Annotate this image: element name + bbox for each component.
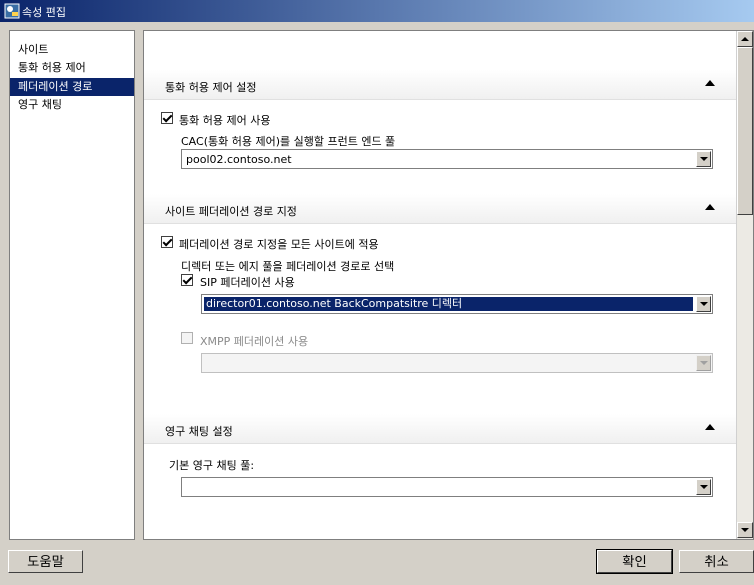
sidebar-item-site[interactable]: 사이트 — [10, 41, 134, 59]
scroll-thumb[interactable] — [737, 47, 753, 215]
federation-select-label: 디렉터 또는 에지 풀을 페더레이션 경로로 선택 — [181, 260, 395, 273]
cac-section-header[interactable]: 통화 허용 제어 설정 — [144, 70, 737, 100]
scroll-up-icon[interactable] — [737, 31, 753, 47]
dropdown-arrow-icon[interactable] — [696, 479, 711, 495]
collapse-chevron-icon[interactable] — [705, 80, 715, 86]
help-button[interactable]: 도움말 — [8, 550, 83, 573]
properties-icon — [4, 3, 20, 19]
dropdown-arrow-icon[interactable] — [696, 151, 711, 167]
federation-section-header[interactable]: 사이트 페더레이션 경로 지정 — [144, 194, 737, 224]
federation-section-title: 사이트 페더레이션 경로 지정 — [165, 205, 297, 218]
cancel-button[interactable]: 취소 — [679, 550, 754, 573]
chat-section-header[interactable]: 영구 채팅 설정 — [144, 414, 737, 444]
cac-pool-dropdown[interactable]: pool02.contoso.net — [181, 149, 713, 169]
xmpp-federation-label: XMPP 페더레이션 사용 — [200, 335, 309, 348]
chat-pool-label: 기본 영구 채팅 풀: — [169, 459, 255, 472]
dropdown-arrow-icon[interactable] — [696, 355, 711, 371]
cac-section-title: 통화 허용 제어 설정 — [165, 81, 257, 94]
cac-enable-checkbox[interactable] — [161, 112, 173, 124]
window-title: 속성 편집 — [22, 6, 66, 19]
federation-apply-all-checkbox[interactable] — [161, 236, 173, 248]
sidebar-item-federation-route[interactable]: 페더레이션 경로 — [10, 78, 134, 96]
federation-apply-all-label: 페더레이션 경로 지정을 모든 사이트에 적용 — [179, 238, 379, 251]
collapse-chevron-icon[interactable] — [705, 204, 715, 210]
xmpp-federation-dropdown[interactable] — [201, 353, 713, 373]
chat-pool-dropdown[interactable] — [181, 477, 713, 497]
sidebar-item-persistent-chat[interactable]: 영구 채팅 — [10, 96, 134, 114]
sip-federation-checkbox[interactable] — [181, 274, 193, 286]
vertical-scrollbar[interactable] — [736, 31, 753, 539]
scroll-down-icon[interactable] — [737, 522, 753, 538]
cac-pool-value: pool02.contoso.net — [186, 153, 292, 166]
sidebar-nav: 사이트 통화 허용 제어 페더레이션 경로 영구 채팅 — [9, 30, 135, 540]
dropdown-arrow-icon[interactable] — [696, 296, 711, 312]
collapse-chevron-icon[interactable] — [705, 424, 715, 430]
sip-federation-label: SIP 페더레이션 사용 — [200, 276, 295, 289]
cac-pool-label: CAC(통화 허용 제어)를 실행할 프런트 엔드 풀 — [181, 135, 396, 148]
sip-federation-value: director01.contoso.net BackCompatsitre 디… — [204, 297, 693, 311]
sip-federation-dropdown[interactable]: director01.contoso.net BackCompatsitre 디… — [201, 294, 713, 314]
content-panel: 통화 허용 제어 설정 통화 허용 제어 사용 CAC(통화 허용 제어)를 실… — [143, 30, 754, 540]
chat-section-title: 영구 채팅 설정 — [165, 425, 233, 438]
content-scroll-area: 통화 허용 제어 설정 통화 허용 제어 사용 CAC(통화 허용 제어)를 실… — [144, 31, 737, 539]
xmpp-federation-checkbox[interactable] — [181, 332, 193, 344]
title-bar: 속성 편집 — [0, 0, 754, 22]
cac-enable-label: 통화 허용 제어 사용 — [179, 114, 271, 127]
ok-button[interactable]: 확인 — [596, 549, 673, 574]
sidebar-item-call-admission-control[interactable]: 통화 허용 제어 — [10, 59, 134, 77]
